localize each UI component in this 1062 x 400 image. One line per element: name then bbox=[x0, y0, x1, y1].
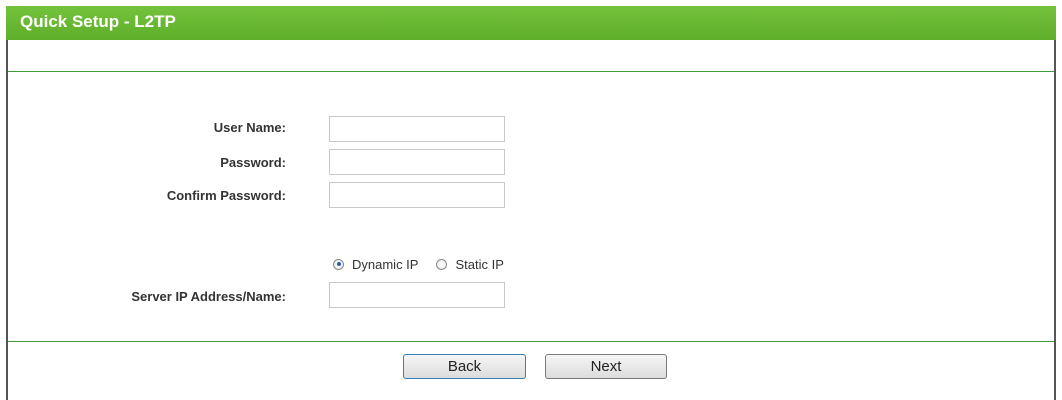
password-label: Password: bbox=[220, 155, 286, 170]
back-button[interactable]: Back bbox=[403, 354, 526, 379]
server-ip-input[interactable] bbox=[329, 282, 505, 308]
static-ip-label: Static IP bbox=[455, 256, 504, 272]
ip-mode-radio-group: Dynamic IP Static IP bbox=[333, 255, 522, 273]
confirm-password-label: Confirm Password: bbox=[166, 188, 286, 203]
user-name-input[interactable] bbox=[329, 116, 505, 142]
dynamic-ip-label: Dynamic IP bbox=[352, 256, 419, 272]
confirm-password-input[interactable] bbox=[329, 182, 505, 208]
password-input[interactable] bbox=[329, 149, 505, 175]
page-title: Quick Setup - L2TP bbox=[20, 12, 176, 31]
user-name-label: User Name: bbox=[213, 120, 286, 135]
title-bar: Quick Setup - L2TP bbox=[6, 6, 1056, 40]
next-button[interactable]: Next bbox=[545, 354, 667, 379]
static-ip-radio[interactable] bbox=[436, 258, 448, 270]
top-divider bbox=[8, 71, 1054, 72]
dynamic-ip-radio[interactable] bbox=[333, 258, 344, 270]
server-ip-label: Server IP Address/Name: bbox=[131, 289, 286, 304]
bottom-divider bbox=[8, 341, 1054, 342]
